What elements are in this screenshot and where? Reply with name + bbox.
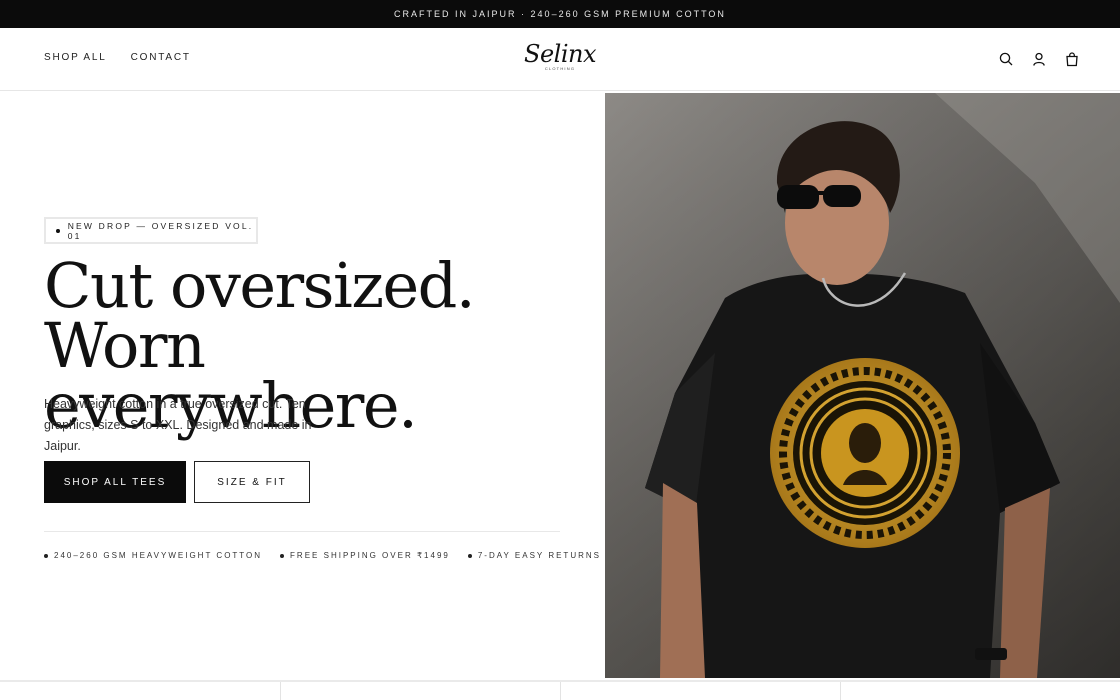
bullet-icon xyxy=(44,553,48,558)
feature-text: 240–260 GSM HEAVYWEIGHT COTTON xyxy=(54,551,263,560)
shop-all-tees-button[interactable]: SHOP ALL TEES xyxy=(44,461,186,503)
column-divider xyxy=(560,682,561,700)
new-drop-badge: NEW DROP — OVERSIZED VOL. 01 xyxy=(44,217,258,244)
feature-item: FREE SHIPPING OVER ₹1499 xyxy=(280,551,450,560)
hero-description: Heavyweight cotton in a true oversized c… xyxy=(44,397,312,453)
main-nav: SHOP ALL CONTACT xyxy=(44,52,191,63)
search-icon[interactable] xyxy=(998,51,1014,67)
feature-text: FREE SHIPPING OVER ₹1499 xyxy=(290,551,450,560)
badge-text: NEW DROP — OVERSIZED VOL. 01 xyxy=(67,220,254,241)
bullet-icon xyxy=(280,553,285,558)
column-divider xyxy=(840,682,841,700)
cart-icon[interactable] xyxy=(1064,51,1080,67)
feature-item: 240–260 GSM HEAVYWEIGHT COTTON xyxy=(44,551,262,560)
brand-logo[interactable]: Selinx CLOTHING xyxy=(510,40,610,80)
feature-list: 240–260 GSM HEAVYWEIGHT COTTON FREE SHIP… xyxy=(44,551,601,560)
site-header: SHOP ALL CONTACT Selinx CLOTHING xyxy=(0,28,1120,91)
brand-name: Selinx xyxy=(524,40,597,68)
feature-item: 7-DAY EASY RETURNS xyxy=(467,551,601,560)
announcement-bar: CRAFTED IN JAIPUR · 240–260 GSM PREMIUM … xyxy=(0,0,1120,28)
header-icons xyxy=(998,51,1080,67)
announcement-text: CRAFTED IN JAIPUR · 240–260 GSM PREMIUM … xyxy=(394,9,726,19)
divider xyxy=(44,531,560,532)
size-fit-button[interactable]: SIZE & FIT xyxy=(194,461,310,503)
collection-strip xyxy=(0,680,1120,700)
badge-dot xyxy=(56,228,60,233)
account-icon[interactable] xyxy=(1031,51,1047,67)
headline-line-1: Cut oversized. xyxy=(44,249,476,322)
bullet-icon xyxy=(467,553,472,558)
hero-model-image xyxy=(605,93,1120,678)
nav-contact[interactable]: CONTACT xyxy=(131,52,191,63)
nav-shop-all[interactable]: SHOP ALL xyxy=(44,52,107,63)
column-divider xyxy=(280,682,281,700)
feature-text: 7-DAY EASY RETURNS xyxy=(477,551,601,560)
